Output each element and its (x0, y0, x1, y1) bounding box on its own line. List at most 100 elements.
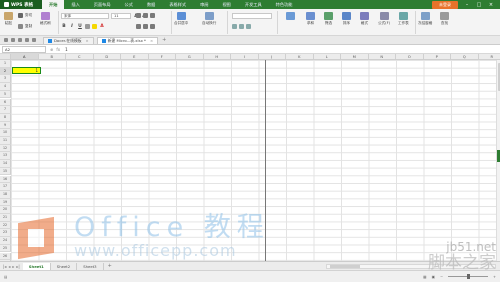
row-header[interactable]: 6 (0, 98, 11, 107)
row-header[interactable]: 15 (0, 167, 11, 176)
decimal-icon[interactable] (246, 24, 251, 29)
row-header[interactable]: 19 (0, 198, 11, 207)
ribbon-tab[interactable]: 视图 (215, 0, 237, 9)
cut-button[interactable]: 剪切 (18, 13, 32, 18)
find-button[interactable]: 查找 (440, 12, 449, 26)
ribbon-tab[interactable]: 审阅 (193, 0, 215, 9)
font-color-button[interactable]: A (99, 24, 105, 29)
name-box[interactable]: A2 (2, 45, 46, 53)
row-header[interactable]: 8 (0, 113, 11, 122)
row-header[interactable]: 17 (0, 183, 11, 191)
underline-button[interactable]: U (77, 24, 83, 29)
undo-icon[interactable] (25, 38, 29, 42)
normal-view-icon[interactable]: ▦ (423, 275, 426, 279)
app-menu-button[interactable]: WPS 表格 (0, 0, 42, 9)
row-header[interactable]: 4 (0, 83, 11, 91)
ribbon-tab[interactable]: 开发工具 (238, 0, 269, 9)
sheet-tab[interactable]: Sheet1 (22, 262, 51, 270)
row-header[interactable]: 18 (0, 190, 11, 199)
ribbon-tab[interactable]: 特色功能 (269, 0, 300, 9)
paste-button[interactable]: 粘贴 (4, 12, 13, 26)
prev-sheet-icon[interactable]: ◂ (8, 264, 10, 269)
row-header[interactable]: 13 (0, 152, 11, 161)
align-top-icon[interactable] (136, 13, 141, 18)
font-name-select[interactable]: 宋体 (61, 13, 109, 19)
print-icon[interactable] (18, 38, 22, 42)
font-size-select[interactable]: 11 (111, 13, 131, 19)
fill-color-icon[interactable] (92, 24, 97, 29)
close-tab-icon[interactable]: × (86, 38, 89, 43)
zoom-out-icon[interactable]: − (440, 275, 443, 279)
scroll-thumb[interactable] (330, 264, 360, 268)
align-center-icon[interactable] (143, 24, 148, 29)
last-sheet-icon[interactable]: ▸| (16, 264, 19, 269)
align-left-icon[interactable] (136, 24, 141, 29)
row-header[interactable]: 5 (0, 90, 11, 99)
zoom-knob[interactable] (466, 274, 470, 279)
ribbon-tab[interactable]: 页面布局 (87, 0, 118, 9)
percent-icon[interactable] (239, 24, 244, 29)
align-right-icon[interactable] (150, 24, 155, 29)
formula-button[interactable]: 公式(F) (378, 12, 390, 26)
italic-button[interactable]: I (69, 24, 75, 29)
row-header[interactable]: 1 (0, 60, 11, 68)
close-icon[interactable]: × (488, 2, 494, 8)
zoom-in-icon[interactable]: + (493, 275, 496, 279)
align-bottom-icon[interactable] (150, 13, 155, 18)
row-header[interactable]: 22 (0, 221, 11, 230)
fx-icon[interactable]: fx (56, 47, 60, 52)
new-tab-button[interactable]: + (162, 37, 166, 43)
row-header[interactable]: 24 (0, 237, 11, 245)
maximize-icon[interactable]: □ (476, 2, 482, 8)
row-header[interactable]: 23 (0, 229, 11, 238)
row-header[interactable]: 9 (0, 121, 11, 130)
row-header[interactable]: 20 (0, 206, 11, 214)
row-header[interactable]: 21 (0, 214, 11, 222)
freeze-panes-button[interactable]: 冻结窗格 (418, 12, 432, 26)
worksheet-button[interactable]: 工作表 (398, 12, 409, 26)
currency-icon[interactable] (232, 24, 237, 29)
formula-input[interactable]: 1 (65, 47, 68, 52)
close-tab-icon[interactable]: × (150, 38, 153, 43)
row-header[interactable]: 12 (0, 144, 11, 153)
sum-button[interactable]: 求和 (306, 12, 315, 26)
save-icon[interactable] (11, 38, 15, 42)
merge-center-button[interactable]: 合并居中 (174, 12, 188, 26)
sort-button[interactable]: 排序 (342, 12, 351, 26)
page-view-icon[interactable]: ▣ (432, 275, 435, 279)
ribbon-tab[interactable]: 插入 (64, 0, 86, 9)
border-icon[interactable] (85, 24, 90, 29)
copy-button[interactable]: 复制 (18, 24, 32, 29)
first-sheet-icon[interactable]: |◂ (3, 264, 6, 269)
minimize-icon[interactable]: – (464, 2, 470, 8)
zoom-icon[interactable]: ⊕ (50, 47, 53, 52)
filter-button[interactable]: 筛选 (324, 12, 333, 26)
ribbon-tab[interactable]: 公式 (118, 0, 140, 9)
align-middle-icon[interactable] (143, 13, 148, 18)
row-header[interactable]: 7 (0, 106, 11, 114)
format-button[interactable]: 格式 (360, 12, 369, 26)
row-header[interactable]: 25 (0, 244, 11, 253)
ribbon-tab[interactable]: 开始 (42, 0, 65, 9)
sheet-tab[interactable]: Sheet3 (77, 262, 104, 270)
selected-cell[interactable]: 1 (12, 67, 41, 74)
ribbon-tab[interactable]: 表格样式 (162, 0, 193, 9)
ribbon-tab[interactable]: 数据 (140, 0, 162, 9)
zoom-slider[interactable] (447, 274, 488, 279)
row-header[interactable]: 16 (0, 175, 11, 184)
row-header[interactable]: 3 (0, 75, 11, 84)
login-button[interactable]: 未登录 (432, 0, 458, 9)
row-header[interactable]: 11 (0, 137, 11, 145)
add-sheet-button[interactable]: + (108, 263, 112, 269)
document-tab[interactable]: Docer-在线模板 × (43, 36, 94, 44)
sheet-tab[interactable]: Sheet2 (51, 262, 78, 270)
document-tab[interactable]: 新建 Micro...表.xlsx * × (96, 36, 159, 44)
row-header[interactable]: 2 (0, 67, 11, 76)
bold-button[interactable]: B (61, 24, 67, 29)
table-style-button[interactable] (286, 12, 295, 21)
next-sheet-icon[interactable]: ▸ (12, 264, 14, 269)
redo-icon[interactable] (32, 38, 36, 42)
wrap-text-button[interactable]: 自动换行 (202, 12, 216, 26)
new-file-icon[interactable] (4, 38, 8, 42)
row-header[interactable]: 10 (0, 129, 11, 137)
